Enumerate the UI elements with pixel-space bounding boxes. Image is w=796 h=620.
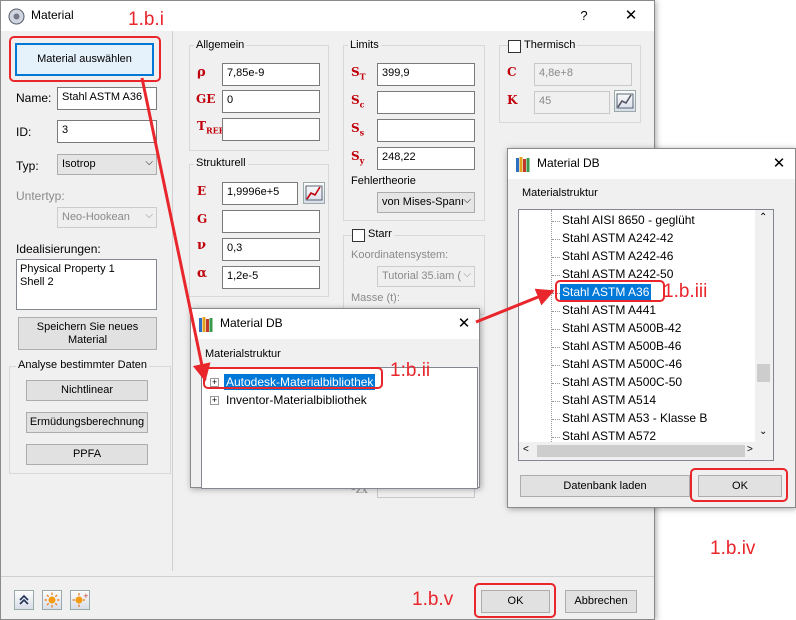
annotation-1bii: 1:b.ii	[390, 360, 431, 381]
annotation-1biv: 1.b.iv	[710, 538, 756, 559]
annotation-1bv: 1.b.v	[412, 589, 454, 610]
annotation-1biii: 1.b.iii	[663, 281, 708, 302]
annotation-arrows	[140, 77, 555, 382]
annotation-1bi: 1.b.i	[128, 9, 164, 30]
